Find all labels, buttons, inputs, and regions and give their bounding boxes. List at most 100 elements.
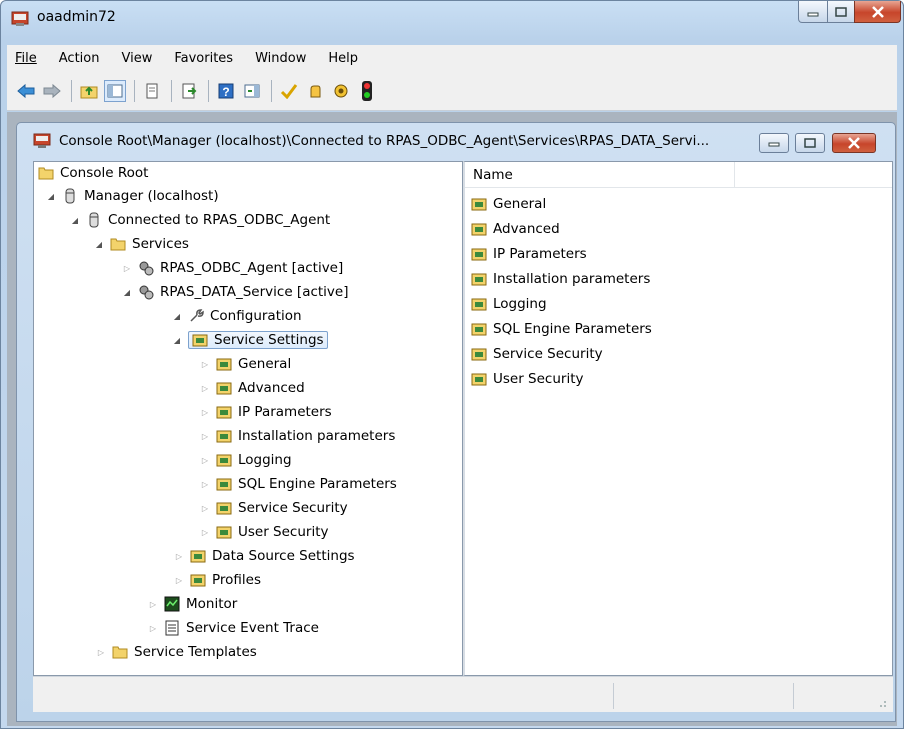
tree-node-manager[interactable]: ◢ Manager (localhost)	[46, 185, 219, 207]
tree-node-advanced[interactable]: ▷ Advanced	[200, 377, 305, 399]
child-maximize-button[interactable]	[795, 133, 825, 153]
hand-button[interactable]	[304, 80, 326, 102]
tree-node-service-templates[interactable]: ▷ Service Templates	[96, 641, 257, 663]
tree-node-label: Service Settings	[214, 332, 324, 348]
show-action-pane-button[interactable]	[241, 80, 263, 102]
tree-node-console-root[interactable]: Console Root	[38, 162, 148, 184]
tree-node-label: RPAS_DATA_Service [active]	[160, 284, 349, 300]
tree-node-monitor[interactable]: ▷ Monitor	[148, 593, 237, 615]
expand-arrow-icon[interactable]: ◢	[70, 215, 80, 225]
collapse-arrow-icon[interactable]: ▷	[174, 575, 184, 585]
forward-button[interactable]	[41, 80, 63, 102]
list-item-label: General	[493, 196, 547, 212]
traffic-light-button[interactable]	[356, 80, 378, 102]
expand-arrow-icon[interactable]: ◢	[46, 191, 56, 201]
help-button[interactable]: ?	[215, 80, 237, 102]
back-button[interactable]	[15, 80, 37, 102]
tree-node-general[interactable]: ▷ General	[200, 353, 291, 375]
tree-node-connected-agent[interactable]: ◢ Connected to RPAS_ODBC_Agent	[70, 209, 330, 231]
copy-button[interactable]	[141, 80, 163, 102]
maximize-button[interactable]	[827, 1, 855, 23]
tree-node-services[interactable]: ◢ Services	[94, 233, 189, 255]
expand-arrow-icon[interactable]: ◢	[122, 287, 132, 297]
gear-bug-button[interactable]	[330, 80, 352, 102]
export-list-button[interactable]	[178, 80, 200, 102]
list-item[interactable]: User Security	[471, 368, 584, 390]
minimize-button[interactable]	[798, 1, 828, 23]
back-icon	[17, 83, 35, 98]
menu-favorites[interactable]: Favorites	[174, 51, 233, 66]
collapse-arrow-icon[interactable]: ▷	[122, 263, 132, 273]
collapse-arrow-icon[interactable]: ▷	[200, 383, 210, 393]
menu-action[interactable]: Action	[59, 51, 100, 66]
collapse-arrow-icon[interactable]: ▷	[200, 503, 210, 513]
expand-arrow-icon[interactable]: ◢	[172, 311, 182, 321]
collapse-arrow-icon[interactable]: ▷	[200, 431, 210, 441]
tree-node-service-security[interactable]: ▷ Service Security	[200, 497, 348, 519]
tree-node-label: Service Event Trace	[186, 620, 319, 636]
tree-node-ip-parameters[interactable]: ▷ IP Parameters	[200, 401, 332, 423]
collapse-arrow-icon[interactable]: ▷	[200, 527, 210, 537]
settings-folder-icon	[471, 271, 487, 287]
settings-folder-icon	[216, 380, 232, 396]
list-item[interactable]: Service Security	[471, 343, 603, 365]
expand-arrow-icon[interactable]: ◢	[172, 335, 182, 345]
tree-node-label: Manager (localhost)	[84, 188, 219, 204]
tree-node-configuration[interactable]: ◢ Configuration	[172, 305, 302, 327]
close-button[interactable]	[854, 1, 901, 23]
menu-window[interactable]: Window	[255, 51, 306, 66]
resize-grip-icon[interactable]	[875, 696, 887, 708]
tree-node-label: Service Security	[238, 500, 348, 516]
show-hide-tree-button[interactable]	[104, 79, 126, 102]
tree-node-service-settings[interactable]: ◢ Service Settings	[172, 329, 328, 351]
menu-file[interactable]: File	[15, 51, 37, 66]
column-header-name[interactable]: Name	[465, 162, 735, 188]
list-item[interactable]: Logging	[471, 293, 547, 315]
collapse-arrow-icon[interactable]: ▷	[148, 599, 158, 609]
collapse-arrow-icon[interactable]: ▷	[200, 479, 210, 489]
folder-icon	[38, 165, 54, 181]
tree-node-data-source-settings[interactable]: ▷ Data Source Settings	[174, 545, 355, 567]
collapse-arrow-icon[interactable]: ▷	[174, 551, 184, 561]
collapse-arrow-icon[interactable]: ▷	[96, 647, 106, 657]
toolbar: ?	[7, 71, 897, 111]
tree-node-profiles[interactable]: ▷ Profiles	[174, 569, 261, 591]
collapse-arrow-icon[interactable]: ▷	[148, 623, 158, 633]
tree-node-label: Installation parameters	[238, 428, 396, 444]
collapse-arrow-icon[interactable]: ▷	[200, 407, 210, 417]
toolbar-separator	[134, 79, 135, 102]
collapse-arrow-icon[interactable]: ▷	[200, 359, 210, 369]
list-item[interactable]: Installation parameters	[471, 268, 650, 290]
menu-window-label: Window	[255, 50, 307, 66]
child-close-button[interactable]	[832, 133, 876, 153]
list-item[interactable]: SQL Engine Parameters	[471, 318, 652, 340]
tree-node-rpas-data-service[interactable]: ◢ RPAS_DATA_Service [active]	[122, 281, 349, 303]
checkmark-button[interactable]	[278, 80, 300, 102]
tree-node-service-event-trace[interactable]: ▷ Service Event Trace	[148, 617, 319, 639]
tree-node-rpas-odbc-agent[interactable]: ▷ RPAS_ODBC_Agent [active]	[122, 257, 343, 279]
settings-folder-icon	[216, 452, 232, 468]
child-window-title: Console Root\Manager (localhost)\Connect…	[59, 133, 710, 149]
tree-node-installation-parameters[interactable]: ▷ Installation parameters	[200, 425, 395, 447]
menu-view[interactable]: View	[121, 51, 152, 66]
menu-help[interactable]: Help	[328, 51, 358, 66]
list-pane[interactable]: Name General Advanced IP Parameters Inst…	[463, 161, 893, 676]
list-item[interactable]: IP Parameters	[471, 243, 587, 265]
app-icon	[11, 11, 29, 26]
collapse-arrow-icon[interactable]: ▷	[200, 455, 210, 465]
toolbar-separator	[71, 79, 72, 102]
expand-arrow-icon[interactable]: ◢	[94, 239, 104, 249]
minimize-icon	[768, 142, 780, 147]
tree-node-logging[interactable]: ▷ Logging	[200, 449, 292, 471]
maximize-icon	[835, 6, 847, 17]
list-item[interactable]: Advanced	[471, 218, 560, 240]
child-minimize-button[interactable]	[759, 133, 789, 153]
tree-pane[interactable]: Console Root ◢ Manager (localhost) ◢ Con…	[33, 161, 463, 676]
title-bar[interactable]: oaadmin72	[1, 1, 903, 35]
up-folder-button[interactable]	[78, 80, 100, 102]
forward-icon	[43, 83, 61, 98]
list-item-label: Service Security	[493, 346, 603, 362]
list-item[interactable]: General	[471, 193, 546, 215]
tree-node-sql-engine-parameters[interactable]: ▷ SQL Engine Parameters	[200, 473, 397, 495]
tree-node-user-security[interactable]: ▷ User Security	[200, 521, 329, 543]
